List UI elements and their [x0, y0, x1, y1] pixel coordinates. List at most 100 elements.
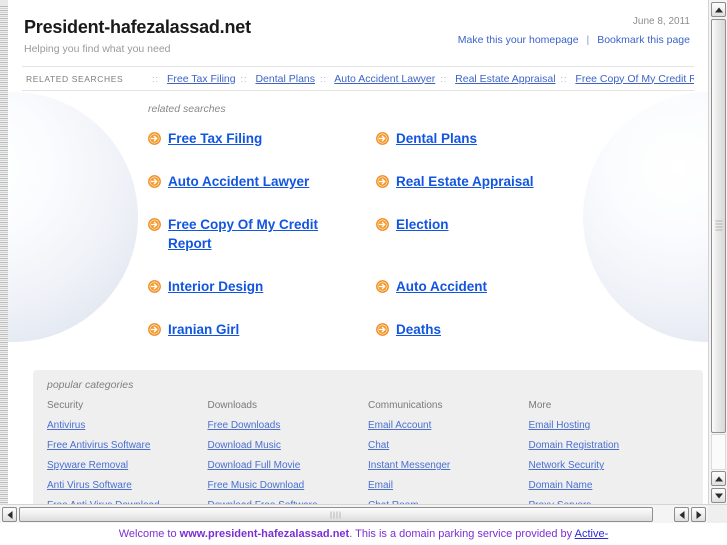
- scroll-right-arrow-icon: [696, 510, 701, 519]
- category-title: Communications: [368, 400, 443, 411]
- related-searches-caption: related searches: [148, 103, 226, 115]
- popular-categories-caption: popular categories: [47, 379, 134, 391]
- scroll-up-button[interactable]: [711, 2, 726, 17]
- scroll-up-arrow-icon: [714, 476, 723, 481]
- nav-dots-3: ::: [440, 73, 448, 84]
- scrollbar-grip-icon: [330, 511, 342, 518]
- nav-dots-0: ::: [152, 73, 160, 84]
- related-search-link[interactable]: Auto Accident Lawyer: [168, 172, 309, 191]
- render-artifact-stripes: [0, 0, 8, 506]
- arrow-circle-right-icon: [148, 323, 161, 336]
- category-link[interactable]: Spyware Removal: [47, 460, 208, 472]
- related-searches-strip: RELATED SEARCHES :: Free Tax Filing :: D…: [22, 66, 694, 91]
- related-search-item[interactable]: Interior Design: [148, 277, 366, 296]
- popular-categories-panel: popular categories Security Antivirus Fr…: [33, 370, 703, 506]
- nav-link-free-credit-report[interactable]: Free Copy Of My Credit Report: [575, 73, 694, 85]
- scroll-left-button[interactable]: [2, 507, 17, 522]
- scroll-left-arrow-icon: [679, 510, 684, 519]
- related-search-item[interactable]: Real Estate Appraisal: [376, 172, 576, 191]
- nav-link-auto-accident-lawyer[interactable]: Auto Accident Lawyer: [334, 73, 435, 85]
- status-provider-link[interactable]: Active-: [575, 528, 609, 540]
- category-link[interactable]: Email Hosting: [529, 420, 690, 432]
- category-link[interactable]: Free Downloads: [208, 420, 369, 432]
- related-search-item[interactable]: Iranian Girl: [148, 320, 366, 339]
- scroll-down-arrow-icon: [714, 493, 723, 498]
- category-link[interactable]: Email Account: [368, 420, 529, 432]
- popular-categories-columns: Security Antivirus Free Antivirus Softwa…: [47, 400, 689, 506]
- related-search-item[interactable]: Election: [376, 215, 576, 253]
- related-search-item[interactable]: Deaths: [376, 320, 576, 339]
- vertical-scrollbar-track[interactable]: [711, 434, 726, 470]
- scroll-down-button[interactable]: [711, 488, 726, 503]
- category-link[interactable]: Download Music: [208, 440, 369, 452]
- scroll-left-arrow-icon: [7, 510, 12, 519]
- vertical-scrollbar[interactable]: [708, 0, 727, 506]
- vertical-scrollbar-thumb[interactable]: [711, 19, 726, 433]
- scroll-up-button-secondary[interactable]: [711, 471, 726, 486]
- category-link[interactable]: Email: [368, 480, 529, 492]
- arrow-circle-right-icon: [376, 218, 389, 231]
- category-link[interactable]: Download Full Movie: [208, 460, 369, 472]
- category-link[interactable]: Free Music Download: [208, 480, 369, 492]
- category-column-communications: Communications Email Account Chat Instan…: [368, 400, 529, 506]
- arrow-circle-right-icon: [148, 280, 161, 293]
- category-link[interactable]: Instant Messenger: [368, 460, 529, 472]
- nav-dots-1: ::: [240, 73, 248, 84]
- related-search-link[interactable]: Dental Plans: [396, 129, 477, 148]
- category-link[interactable]: Domain Registration: [529, 440, 690, 452]
- scroll-left-button-secondary[interactable]: [674, 507, 689, 522]
- category-link[interactable]: Domain Name: [529, 480, 690, 492]
- arrow-circle-right-icon: [376, 323, 389, 336]
- category-link[interactable]: Antivirus: [47, 420, 208, 432]
- related-search-link[interactable]: Deaths: [396, 320, 441, 339]
- header-action-separator: |: [586, 34, 590, 46]
- related-search-item[interactable]: Auto Accident: [376, 277, 576, 296]
- category-title: More: [528, 400, 552, 411]
- arrow-circle-right-icon: [148, 175, 161, 188]
- related-search-item[interactable]: Free Tax Filing: [148, 129, 366, 148]
- related-searches-label: RELATED SEARCHES: [26, 73, 124, 84]
- status-bar: Welcome to www.president-hafezalassad.ne…: [0, 523, 727, 545]
- related-search-item[interactable]: Dental Plans: [376, 129, 576, 148]
- nav-link-free-tax-filing[interactable]: Free Tax Filing: [167, 73, 236, 85]
- nav-link-dental-plans[interactable]: Dental Plans: [255, 73, 315, 85]
- page-header: President-hafezalassad.net Helping you f…: [8, 0, 708, 66]
- arrow-circle-right-icon: [148, 132, 161, 145]
- category-link[interactable]: Free Antivirus Software: [47, 440, 208, 452]
- related-search-link[interactable]: Free Tax Filing: [168, 129, 262, 148]
- category-title: Downloads: [207, 400, 257, 411]
- related-search-link[interactable]: Election: [396, 215, 449, 234]
- related-search-link[interactable]: Real Estate Appraisal: [396, 172, 534, 191]
- related-searches-nav-items: :: Free Tax Filing :: Dental Plans :: Au…: [150, 73, 694, 85]
- page-viewport: President-hafezalassad.net Helping you f…: [8, 0, 708, 506]
- category-link[interactable]: Chat: [368, 440, 529, 452]
- related-search-link[interactable]: Interior Design: [168, 277, 263, 296]
- horizontal-scrollbar[interactable]: [0, 504, 727, 524]
- related-search-item[interactable]: Auto Accident Lawyer: [148, 172, 366, 191]
- horizontal-scrollbar-thumb[interactable]: [19, 507, 653, 522]
- scrollbar-corner: [708, 505, 727, 524]
- make-homepage-link[interactable]: Make this your homepage: [458, 34, 579, 46]
- related-searches-grid: Free Tax Filing Dental Plans Auto Accide…: [148, 129, 578, 339]
- category-column-more: More Email Hosting Domain Registration N…: [529, 400, 690, 506]
- arrow-circle-right-icon: [376, 280, 389, 293]
- category-column-security: Security Antivirus Free Antivirus Softwa…: [47, 400, 208, 506]
- header-actions: Make this your homepage | Bookmark this …: [458, 34, 690, 47]
- related-search-link[interactable]: Iranian Girl: [168, 320, 239, 339]
- nav-dots-4: ::: [560, 73, 568, 84]
- category-title: Security: [47, 400, 84, 411]
- related-search-link[interactable]: Free Copy Of My Credit Report: [168, 215, 358, 253]
- scroll-right-button[interactable]: [691, 507, 706, 522]
- header-date: June 8, 2011: [632, 16, 690, 27]
- status-domain: www.president-hafezalassad.net: [179, 528, 350, 540]
- category-column-downloads: Downloads Free Downloads Download Music …: [208, 400, 369, 506]
- bookmark-page-link[interactable]: Bookmark this page: [597, 34, 690, 46]
- scroll-up-arrow-icon: [714, 7, 723, 12]
- browser-window: President-hafezalassad.net Helping you f…: [0, 0, 727, 545]
- related-search-link[interactable]: Auto Accident: [396, 277, 487, 296]
- related-search-item[interactable]: Free Copy Of My Credit Report: [148, 215, 366, 253]
- category-link[interactable]: Anti Virus Software: [47, 480, 208, 492]
- nav-link-real-estate-appraisal[interactable]: Real Estate Appraisal: [455, 73, 555, 85]
- category-link[interactable]: Network Security: [529, 460, 690, 472]
- scrollbar-grip-icon: [715, 220, 722, 232]
